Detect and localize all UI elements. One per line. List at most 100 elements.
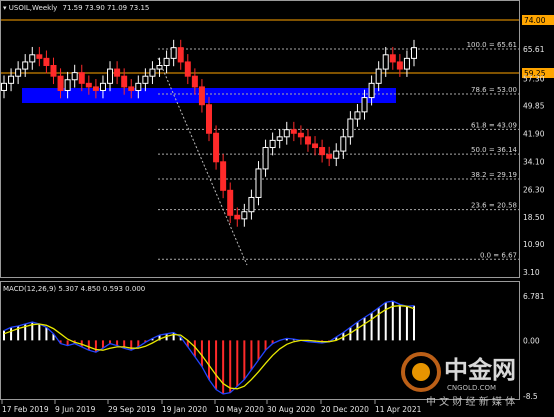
- candle-body: [375, 68, 382, 84]
- fib-label: 50.0 = 36.14: [471, 146, 517, 154]
- fib-label: 0.0 = 6.67: [480, 251, 517, 259]
- price-panel-frame: [0, 0, 520, 278]
- candle-body: [78, 72, 85, 84]
- candle-body: [326, 154, 333, 159]
- macd-axis-label: 0.00: [523, 336, 540, 345]
- candle-body: [92, 86, 99, 91]
- macd-panel-frame: [0, 281, 520, 400]
- price-axis: 65.61 57.30 49.85 41.90 34.10 26.30 18.50 10.90…: [523, 45, 545, 277]
- candle-body: [382, 54, 389, 70]
- logo-text: 中金网: [444, 356, 516, 384]
- fibonacci-levels: 100.0 = 65.61 78.6 = 53.00 61.8 = 43.09 50.…: [158, 41, 519, 260]
- candle-body: [354, 111, 361, 120]
- candle-body: [227, 189, 234, 216]
- candle-body: [57, 75, 64, 91]
- price-axis-label: 10.90: [523, 240, 545, 249]
- candle-body: [156, 64, 163, 70]
- candle-body: [163, 57, 170, 66]
- candle-body: [361, 97, 368, 113]
- candle-body: [304, 136, 311, 145]
- time-axis-label: 11 Apr 2021: [375, 405, 422, 414]
- candle-body: [290, 129, 297, 134]
- time-axis-label: 10 May 2020: [215, 405, 264, 414]
- candle-body: [85, 82, 92, 88]
- candle-body: [142, 75, 149, 84]
- candle-body: [389, 54, 396, 63]
- price-axis-label: 49.85: [523, 101, 545, 110]
- candle-body: [15, 68, 22, 77]
- price-axis-label: 3.10: [523, 268, 540, 277]
- candle-body: [36, 54, 43, 59]
- time-axis: 17 Feb 2019 9 Jun 2019 29 Sep 2019 19 Jan 2…: [1, 400, 422, 414]
- candle-body: [198, 86, 205, 106]
- candle-body: [319, 147, 326, 156]
- candle-body: [99, 82, 106, 91]
- chart-canvas: 100.0 = 65.61 78.6 = 53.00 61.8 = 43.09 50.…: [0, 0, 554, 414]
- candle-body: [121, 75, 128, 88]
- macd-header: MACD(12,26,9) 5.307 4.850 0.593 0.000: [3, 285, 145, 293]
- candle-body: [340, 136, 347, 152]
- symbol-label: USOIL,Weekly: [9, 4, 58, 12]
- candle-body: [107, 68, 114, 84]
- candle-body: [170, 47, 177, 59]
- candle-body: [411, 47, 417, 59]
- candle-body: [184, 61, 191, 77]
- candle-body: [333, 150, 340, 159]
- candle-body: [114, 68, 121, 77]
- candle-body: [255, 168, 262, 198]
- ohlc-values: 71.59 73.90 71.09 73.15: [63, 4, 150, 12]
- candle-body: [8, 75, 15, 84]
- candle-body: [269, 139, 276, 149]
- candle-body: [396, 61, 403, 70]
- price-axis-label: 41.90: [523, 130, 545, 139]
- candle-body: [312, 143, 319, 149]
- candle-body: [283, 129, 290, 138]
- fib-label: 100.0 = 65.61: [467, 41, 517, 49]
- fib-label: 61.8 = 43.09: [471, 121, 517, 129]
- time-axis-label: 9 Jun 2019: [55, 405, 96, 414]
- candle-body: [248, 196, 255, 213]
- time-axis-label: 20 Dec 2020: [321, 405, 369, 414]
- candle-body: [213, 132, 220, 163]
- candle-body: [64, 79, 71, 91]
- candle-body: [403, 57, 410, 70]
- candle-body: [297, 132, 304, 138]
- candlesticks: [1, 39, 417, 227]
- candle-body: [43, 57, 50, 66]
- time-axis-label: 30 Aug 2020: [267, 405, 315, 414]
- candle-body: [149, 68, 156, 77]
- fib-label: 78.6 = 53.00: [471, 86, 517, 94]
- candle-body: [22, 61, 29, 70]
- candle-body: [1, 82, 7, 91]
- price-axis-label: 34.10: [523, 157, 545, 166]
- time-axis-label: 19 Jan 2020: [162, 405, 207, 414]
- candle-body: [177, 47, 184, 63]
- price-axis-label: 26.30: [523, 185, 545, 194]
- candle-body: [29, 54, 36, 63]
- candle-body: [262, 147, 269, 170]
- price-axis-label: 65.61: [523, 45, 545, 54]
- candle-body: [347, 118, 354, 138]
- candle-body: [191, 75, 198, 88]
- chart-header: ▾ USOIL,Weekly 71.59 73.90 71.09 73.15: [3, 4, 149, 12]
- macd-axis: 6.781 0.00 -8.5: [523, 292, 545, 401]
- candle-body: [368, 82, 375, 99]
- candle-body: [206, 104, 212, 134]
- fib-label: 23.6 = 20.58: [471, 202, 517, 210]
- logo-slogan: 中 文 财 经 新 媒 体: [426, 395, 515, 408]
- candle-body: [135, 82, 142, 91]
- fib-label: 38.2 = 29.19: [471, 171, 517, 179]
- candle-body: [241, 211, 248, 220]
- candle-body: [276, 136, 283, 141]
- candle-body: [128, 86, 135, 91]
- time-axis-label: 29 Sep 2019: [108, 405, 156, 414]
- price-tag-74-text: 74.00: [524, 16, 546, 25]
- candle-body: [234, 214, 241, 220]
- logo-sub: CNGOLD.COM: [447, 384, 496, 392]
- price-axis-label: 18.50: [523, 213, 545, 222]
- price-axis-label: 57.30: [523, 75, 545, 84]
- macd-axis-label: -8.5: [523, 392, 538, 401]
- candle-body: [220, 161, 227, 191]
- candle-body: [50, 64, 57, 77]
- logo-inner-icon: [412, 363, 430, 381]
